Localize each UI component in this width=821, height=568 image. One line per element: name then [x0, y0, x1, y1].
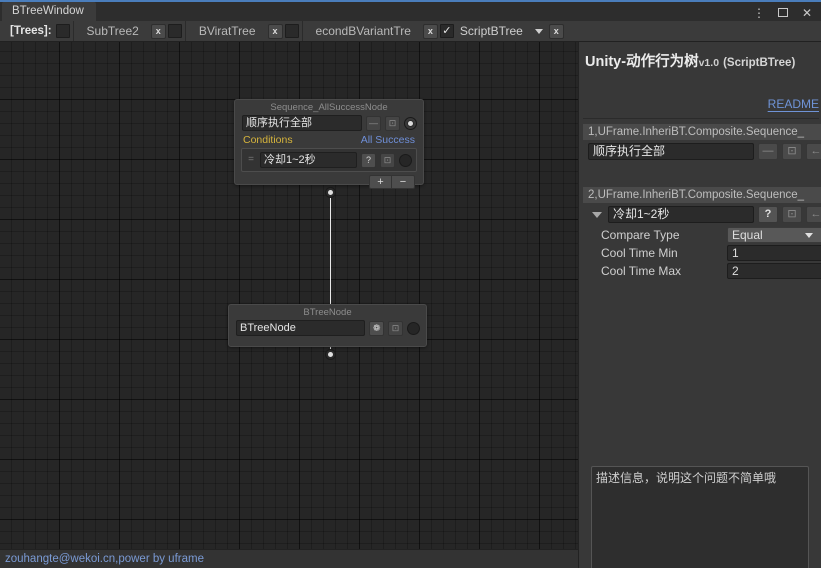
chevron-down-icon: [534, 28, 543, 34]
readme-link[interactable]: README: [768, 97, 819, 111]
node-options-icon-button[interactable]: ⊡: [385, 115, 400, 131]
inspector-section-header-1: 1,UFrame.InheriBT.Composite.Sequence_: [583, 124, 821, 140]
node-output-port[interactable]: [407, 321, 420, 335]
tree-tab-checkbox-0[interactable]: [167, 24, 182, 38]
toolbar-separator: [184, 21, 186, 41]
condition-options-icon-button[interactable]: ⊡: [380, 152, 395, 168]
inspector-section-1-name-row: 顺序执行全部 — ⊡ ←: [583, 140, 821, 163]
script-btree-popup[interactable]: ScriptBTree: [454, 24, 547, 38]
inspector-class-name: (ScriptBTree): [723, 57, 796, 69]
node-sequence-all-success[interactable]: Sequence_AllSuccessNode 顺序执行全部 — ⊡ Condi…: [234, 99, 424, 190]
node-name-row: BTreeNode ❁ ⊡: [229, 320, 426, 337]
conditions-header: Conditions All Success: [235, 131, 423, 148]
property-row-cool-time-max: Cool Time Max 2: [583, 262, 821, 280]
node-title: BTreeNode: [303, 307, 352, 318]
node-title: Sequence_AllSuccessNode: [270, 102, 388, 113]
add-condition-button[interactable]: +: [369, 175, 392, 190]
window-titlebar: BTreeWindow ⋮ ✕: [0, 0, 821, 21]
section-1-collapse-button[interactable]: —: [758, 143, 778, 160]
cool-time-min-input[interactable]: 1: [727, 245, 821, 261]
connector-dot-child[interactable]: [325, 349, 336, 360]
section-2-name-input[interactable]: 冷却1~2秒: [608, 206, 754, 223]
window-close-button[interactable]: ✕: [800, 6, 814, 20]
status-bar-text[interactable]: zouhangte@wekoi.cn,power by uframe: [5, 553, 204, 565]
property-label-cool-time-max: Cool Time Max: [601, 264, 682, 278]
node-btreenode[interactable]: BTreeNode BTreeNode ❁ ⊡: [228, 304, 427, 347]
cool-time-max-input[interactable]: 2: [727, 263, 821, 279]
script-btree-popup-label: ScriptBTree: [459, 24, 523, 38]
node-pin-button[interactable]: ❁: [369, 320, 384, 336]
window-controls: ⋮ ✕: [752, 2, 817, 23]
conditions-mode-label[interactable]: All Success: [361, 134, 415, 146]
section-2-extra-button[interactable]: ←: [806, 206, 821, 223]
compare-type-dropdown[interactable]: Equal: [727, 227, 821, 243]
remove-condition-button[interactable]: −: [392, 175, 415, 190]
window-tab-btreewindow[interactable]: BTreeWindow: [2, 2, 96, 21]
trees-label: [Trees]:: [10, 25, 52, 37]
script-btree-popup-close[interactable]: x: [548, 23, 564, 39]
property-row-cool-time-min: Cool Time Min 1: [583, 244, 821, 262]
condition-row: = 冷却1~2秒 ? ⊡: [246, 152, 412, 169]
inspector-title-text: Unity-动作行为树: [585, 54, 699, 70]
property-row-compare-type: Compare Type Equal: [583, 226, 821, 244]
inspector-divider: [583, 118, 819, 119]
condition-addremove-bar: + −: [235, 172, 423, 193]
btree-window-app: BTreeWindow ⋮ ✕ [Trees]: SubTree2 x BVir…: [0, 0, 821, 568]
condition-name-input[interactable]: 冷却1~2秒: [260, 152, 357, 169]
trees-toolbar: [Trees]: SubTree2 x BViratTree x econdBV…: [0, 21, 821, 42]
node-collapse-button[interactable]: —: [366, 115, 381, 131]
inspector-title: Unity-动作行为树v1.0 (ScriptBTree): [579, 42, 821, 71]
node-options-icon-button[interactable]: ⊡: [388, 320, 403, 336]
maximize-icon: [778, 8, 788, 17]
graph-canvas[interactable]: Sequence_AllSuccessNode 顺序执行全部 — ⊡ Condi…: [0, 42, 578, 549]
window-maximize-button[interactable]: [776, 6, 790, 20]
section-1-name-input[interactable]: 顺序执行全部: [588, 143, 754, 160]
drag-handle-icon[interactable]: =: [246, 155, 256, 165]
node-name-input[interactable]: 顺序执行全部: [242, 115, 362, 132]
tree-tab-checkbox-1[interactable]: [284, 24, 299, 38]
chevron-down-icon: [805, 232, 813, 238]
inspector-section-header-2: 2,UFrame.InheriBT.Composite.Sequence_: [583, 187, 821, 203]
tree-tab-label-2[interactable]: econdBVariantTre: [306, 24, 421, 38]
node-output-port[interactable]: [404, 116, 417, 130]
conditions-label: Conditions: [243, 134, 293, 147]
property-label-cool-time-min: Cool Time Min: [601, 246, 678, 260]
inspector-section-2-name-row: 冷却1~2秒 ? ⊡ ←: [583, 203, 821, 226]
window-tab-label: BTreeWindow: [12, 5, 84, 17]
tree-tab-label-0[interactable]: SubTree2: [77, 24, 149, 38]
trees-checkbox[interactable]: [55, 24, 70, 38]
node-name-row: 顺序执行全部 — ⊡: [235, 115, 423, 132]
inspector-panel: Unity-动作行为树v1.0 (ScriptBTree) README 1,U…: [578, 42, 821, 568]
toolbar-separator: [72, 21, 74, 41]
property-label-compare-type: Compare Type: [601, 228, 680, 242]
tree-tab-checkbox-2[interactable]: ✓: [439, 24, 454, 38]
section-2-options-icon-button[interactable]: ⊡: [782, 206, 802, 223]
status-bar: zouhangte@wekoi.cn,power by uframe: [0, 549, 578, 568]
tree-tab-close-1[interactable]: x: [267, 23, 283, 39]
conditions-list: = 冷却1~2秒 ? ⊡: [241, 148, 417, 173]
foldout-triangle-icon[interactable]: [592, 211, 602, 218]
section-1-options-icon-button[interactable]: ⊡: [782, 143, 802, 160]
node-name-input[interactable]: BTreeNode: [236, 320, 365, 337]
section-2-help-button[interactable]: ?: [758, 206, 778, 223]
tree-tab-close-0[interactable]: x: [150, 23, 166, 39]
condition-help-button[interactable]: ?: [361, 152, 376, 168]
inspector-version: v1.0: [698, 57, 720, 69]
condition-port[interactable]: [399, 153, 412, 167]
tree-tab-close-2[interactable]: x: [422, 23, 438, 39]
tree-tab-label-1[interactable]: BViratTree: [189, 24, 266, 38]
window-menu-icon[interactable]: ⋮: [752, 6, 766, 20]
description-textarea[interactable]: 描述信息，说明这个问题不简单哦: [591, 466, 809, 568]
section-1-extra-button[interactable]: ←: [806, 143, 821, 160]
compare-type-value: Equal: [732, 228, 763, 242]
toolbar-separator: [301, 21, 303, 41]
